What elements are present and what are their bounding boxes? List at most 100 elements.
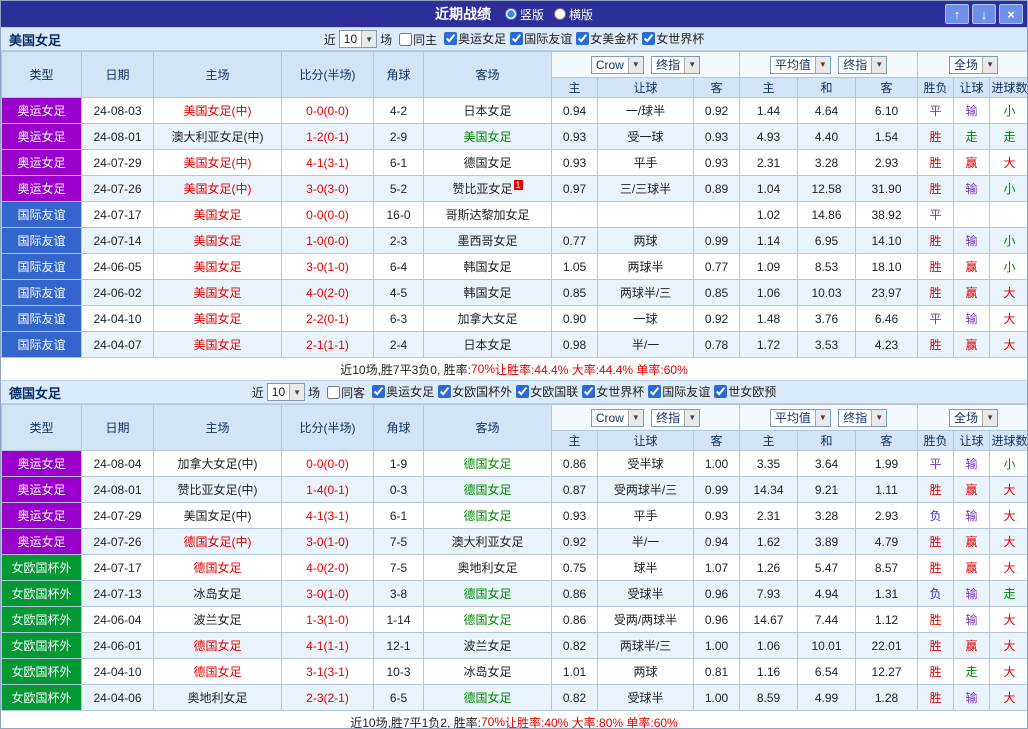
initial-odds-home: 0.86 [551,450,598,477]
fulltime-select[interactable]: 全场 ▼ [949,55,999,74]
avg-odds-draw: 4.40 [797,123,856,150]
col-corner: 角球 [373,51,424,98]
col-type: 类型 [1,51,82,98]
same-venue-filter[interactable]: 同主 [395,31,437,48]
competition-checkbox[interactable] [516,385,530,398]
initial-odds-home: 0.98 [551,331,598,358]
competition-checkbox[interactable] [714,385,728,398]
match-row: 女欧国杯外 24-04-06 奥地利女足 2-3(2-1) 6-5 德国女足 0.82 受球半… [1,684,1027,711]
col-home: 主场 [153,51,282,98]
col-avg-draw: 和 [797,77,856,98]
competition-checkbox[interactable] [582,385,596,398]
competition-filter[interactable]: 女美金杯 [572,30,638,47]
layout-switch: 竖版 横版 [504,6,593,23]
initial-odds-home: 0.86 [551,606,598,633]
goals-result: 大 [989,684,1027,711]
goals-result: 小 [989,227,1027,254]
layout-vertical-radio[interactable] [504,8,517,20]
initial-odds-home: 0.93 [551,502,598,529]
initial-odds-home: 0.97 [551,175,598,202]
avg-odds-home: 7.93 [739,580,798,607]
arrow-down-icon: ↓ [980,6,988,22]
goals-result: 大 [989,476,1027,503]
away-team: 美国女足 [423,123,552,150]
near-label: 近 [251,385,264,400]
col-away: 客场 [423,51,552,98]
same-venue-checkbox[interactable] [399,32,413,46]
initial-odds-away: 1.00 [693,684,740,711]
competition-filter[interactable]: 国际友谊 [644,383,710,400]
handicap-result: 输 [953,97,991,124]
close-icon: × [1007,6,1015,22]
layout-vertical-option[interactable]: 竖版 [504,6,544,23]
competition-filter[interactable]: 女世界杯 [638,30,704,47]
layout-horizontal-option[interactable]: 横版 [554,6,593,23]
win-loss-result: 胜 [917,476,955,503]
avg-odds-home: 1.14 [739,227,798,254]
layout-horizontal-radio[interactable] [554,8,566,20]
move-up-button[interactable]: ↑ [945,4,969,24]
match-type: 国际友谊 [1,201,82,228]
goals-result [989,201,1027,228]
win-loss-result: 胜 [917,606,955,633]
col-type: 类型 [1,404,82,451]
corner-count: 0-3 [373,476,424,503]
competition-filter[interactable]: 奥运女足 [440,30,506,47]
match-count-select[interactable]: 10 ▼ [338,30,378,48]
col-odds-home: 主 [551,430,598,451]
handicap-result: 赢 [953,554,991,581]
competition-filter[interactable]: 奥运女足 [368,383,434,400]
same-venue-checkbox[interactable] [327,385,341,399]
handicap: 两球半/三 [597,279,694,306]
average-select[interactable]: 平均值 ▼ [769,55,831,74]
chevron-down-icon: ▼ [684,56,700,73]
avg-stage-select[interactable]: 终指 ▼ [838,408,888,427]
competition-filter[interactable]: 女欧国联 [512,383,578,400]
win-loss-result: 胜 [917,331,955,358]
average-select[interactable]: 平均值 ▼ [769,408,831,427]
chevron-down-icon: ▼ [814,56,830,73]
handicap: 半/一 [597,331,694,358]
competition-checkbox[interactable] [438,385,452,398]
competition-filter[interactable]: 世女欧预 [710,383,776,400]
odds-stage-select[interactable]: 终指 ▼ [651,408,701,427]
competition-checkbox[interactable] [372,385,386,398]
home-team: 德国女足 [153,632,282,659]
bookmaker-select[interactable]: Crow ▼ [590,55,644,74]
close-button[interactable]: × [999,4,1023,24]
chevron-down-icon: ▼ [982,56,998,73]
match-type: 女欧国杯外 [1,658,82,685]
corner-count: 1-14 [373,606,424,633]
competition-filter[interactable]: 女欧国杯外 [434,383,512,400]
competition-checkbox[interactable] [648,385,662,398]
corner-count: 4-5 [373,279,424,306]
average-odds-header: 平均值 ▼ 终指 ▼ [738,51,919,78]
competition-checkbox[interactable] [642,32,656,45]
competition-checkbox[interactable] [510,32,524,45]
fulltime-select[interactable]: 全场 ▼ [949,408,999,427]
home-team: 波兰女足 [153,606,282,633]
competition-filter[interactable]: 女世界杯 [578,383,644,400]
handicap-result: 赢 [953,253,991,280]
bookmaker-select[interactable]: Crow ▼ [590,408,644,427]
score: 4-1(1-1) [281,632,374,659]
score: 4-0(2-0) [281,554,374,581]
match-type: 奥运女足 [1,97,82,124]
match-type: 奥运女足 [1,502,82,529]
odds-stage-select[interactable]: 终指 ▼ [651,55,701,74]
competition-checkbox[interactable] [444,32,458,45]
col-odds-away: 客 [693,77,740,98]
col-avg-draw: 和 [797,430,856,451]
match-date: 24-04-10 [81,658,154,685]
competition-checkbox[interactable] [576,32,590,45]
competition-filter[interactable]: 国际友谊 [506,30,572,47]
avg-stage-select[interactable]: 终指 ▼ [838,55,888,74]
avg-odds-home: 2.31 [739,502,798,529]
match-count-select[interactable]: 10 ▼ [266,383,306,401]
same-venue-filter[interactable]: 同客 [323,384,365,401]
avg-odds-draw: 3.28 [797,149,856,176]
avg-odds-away: 12.27 [854,658,919,685]
move-down-button[interactable]: ↓ [972,4,996,24]
goals-result: 大 [989,554,1027,581]
competition-label: 世女欧预 [728,385,777,399]
